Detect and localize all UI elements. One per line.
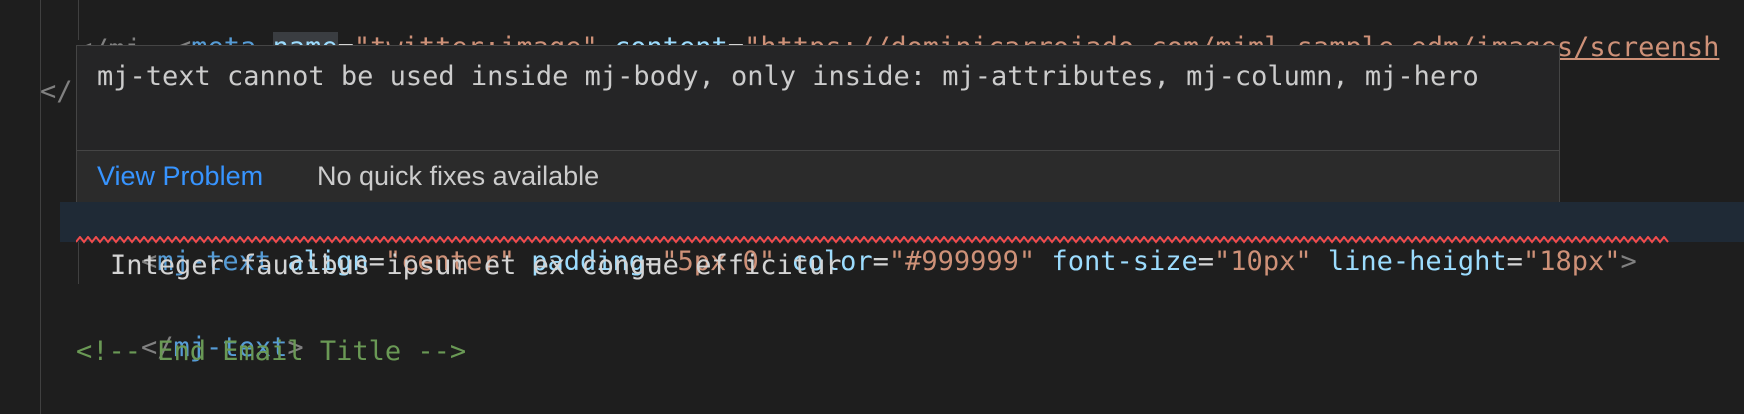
- code-line-comment[interactable]: <!-- End Email Title -->: [76, 332, 466, 372]
- view-problem-link[interactable]: View Problem: [97, 161, 263, 192]
- problem-message: mj-text cannot be used inside mj-body, o…: [97, 61, 1479, 92]
- equals: =: [1197, 246, 1215, 277]
- error-squiggle: [76, 236, 1669, 244]
- tag-bracket: >: [1620, 246, 1637, 277]
- squiggle-path: [76, 236, 1669, 244]
- equals: =: [872, 246, 889, 277]
- code-line-close-fragment: </: [40, 76, 73, 107]
- equals: =: [1506, 246, 1523, 277]
- attr-value: "18px": [1522, 246, 1621, 277]
- attr-value: "10px": [1214, 246, 1312, 277]
- attr-name: font-size: [1051, 246, 1198, 277]
- no-quick-fixes-label: No quick fixes available: [317, 161, 600, 191]
- attr-value: "#999999": [888, 246, 1036, 277]
- code-line-meta[interactable]: <meta name="twitter:image" content="http…: [110, 0, 1719, 63]
- problem-hover-widget[interactable]: mj-text cannot be used inside mj-body, o…: [76, 45, 1560, 202]
- code-editor[interactable]: <meta name="twitter:image" content="http…: [0, 0, 1744, 414]
- code-line-mj-text-close[interactable]: </mj-text>: [76, 288, 304, 363]
- attr-name: line-height: [1327, 246, 1507, 277]
- hover-action-bar: View Problem No quick fixes available: [77, 151, 1559, 202]
- code-line-text[interactable]: Integer faucibus ipsum et ex congue effi…: [110, 246, 842, 286]
